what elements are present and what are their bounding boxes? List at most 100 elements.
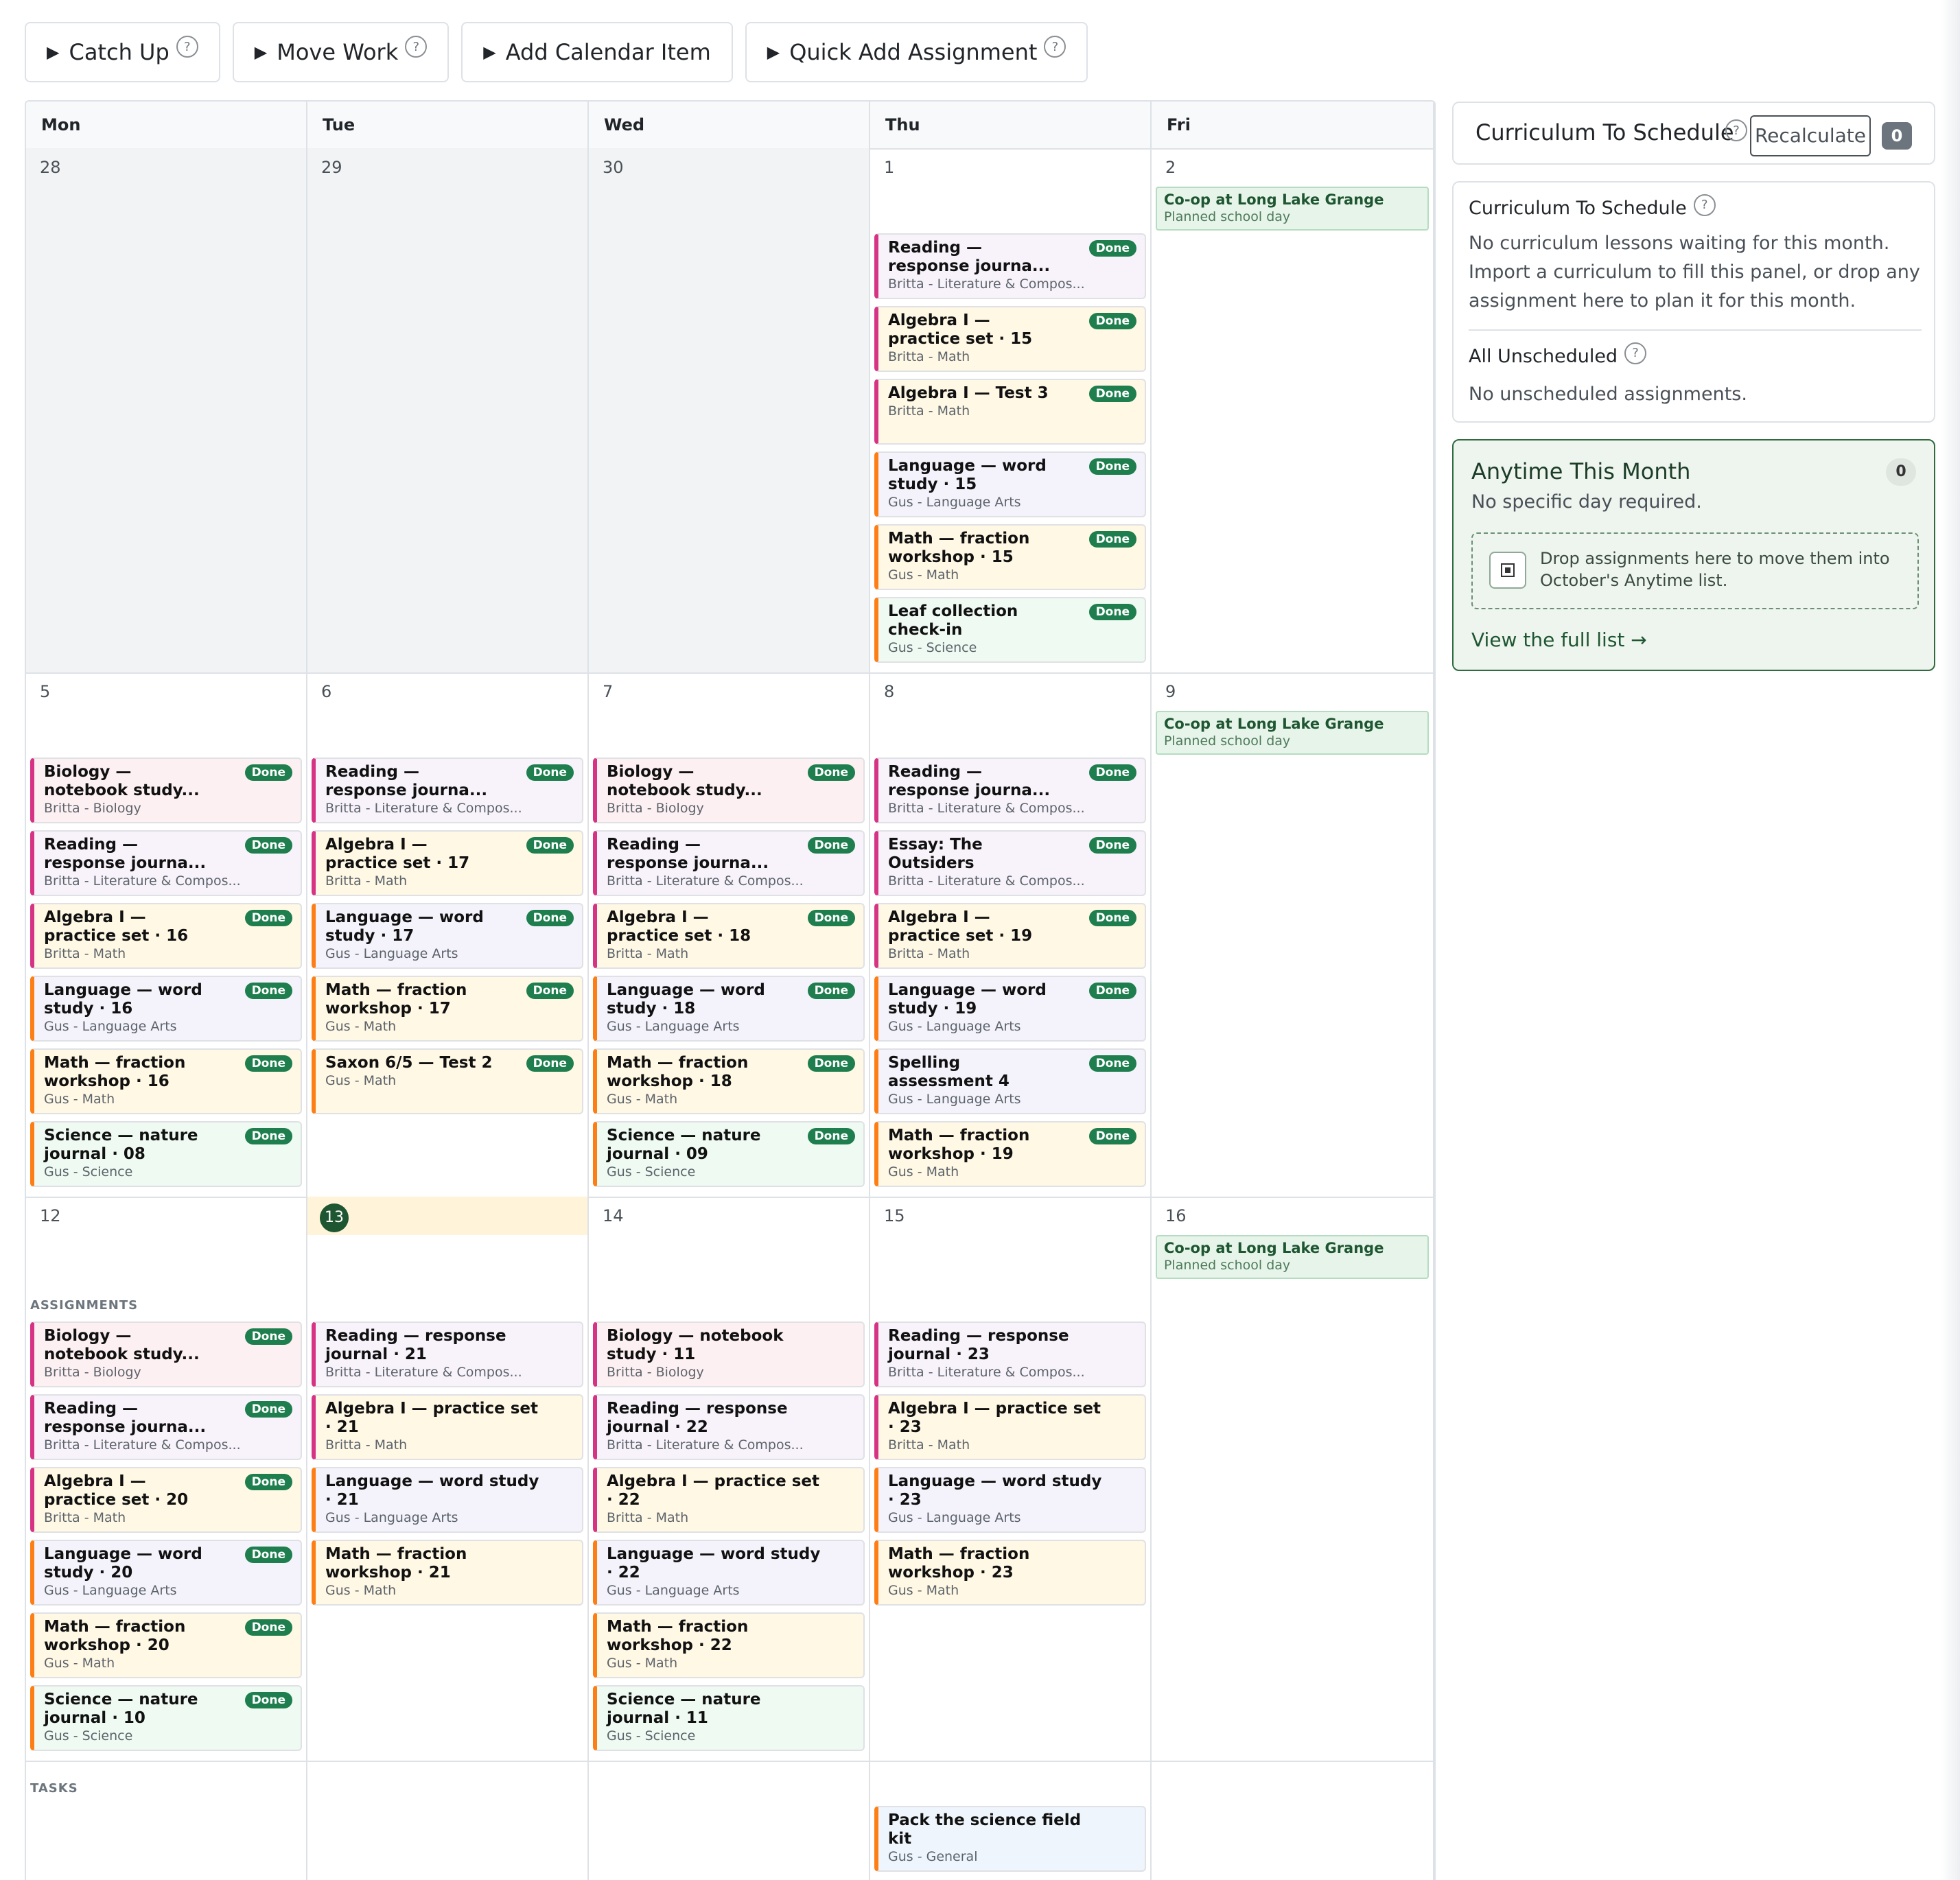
assignment-card[interactable]: Reading — response journal · 21 Britta - … xyxy=(312,1321,583,1387)
assignment-card[interactable]: Language — word study · 20 Gus - Language… xyxy=(30,1540,302,1606)
help-icon[interactable]: ? xyxy=(1693,193,1716,216)
day-cell[interactable]: 7 Biology — notebook study... Britta - Bio… xyxy=(589,672,870,1197)
day-cell[interactable]: 1 Reading — response journa... Britta - Li… xyxy=(870,148,1152,672)
day-cell[interactable]: 8 Reading — response journa... Britta - Li… xyxy=(870,672,1152,1197)
day-cell[interactable]: 30 xyxy=(589,148,870,672)
assignment-card[interactable]: Algebra I — practice set · 21 Britta - Ma… xyxy=(312,1394,583,1460)
assignment-card[interactable]: Math — fraction workshop · 18 Gus - Math D… xyxy=(593,1048,865,1114)
assignment-card[interactable]: Science — nature journal · 11 Gus - Scien… xyxy=(593,1685,865,1751)
add-calendar-item-button[interactable]: ▶ Add Calendar Item xyxy=(461,22,733,82)
assignment-card[interactable]: Reading — response journal · 23 Britta - … xyxy=(874,1321,1146,1387)
assignment-card[interactable]: Language — word study · 19 Gus - Language… xyxy=(874,976,1146,1042)
day-cell[interactable]: 29 xyxy=(307,148,589,672)
day-cell[interactable]: 13 Reading — response journal · 21 Britta … xyxy=(307,1197,589,1880)
calendar-event[interactable]: Co-op at Long Lake Grange Planned school … xyxy=(1156,711,1429,755)
card-title: Language — word study · 22 xyxy=(607,1545,821,1582)
assignment-card[interactable]: Reading — response journa... Britta - Lit… xyxy=(874,757,1146,823)
curriculum-panel[interactable]: Curriculum To Schedule? No curriculum le… xyxy=(1452,181,1935,423)
assignment-card[interactable]: Science — nature journal · 09 Gus - Scien… xyxy=(593,1121,865,1187)
event-subtitle: Planned school day xyxy=(1164,1258,1291,1273)
assignment-card[interactable]: Math — fraction workshop · 17 Gus - Math D… xyxy=(312,976,583,1042)
assignment-card[interactable]: Reading — response journal · 22 Britta - … xyxy=(593,1394,865,1460)
assignment-card[interactable]: Language — word study · 21 Gus - Language… xyxy=(312,1467,583,1533)
assignment-card[interactable]: Reading — response journa... Britta - Lit… xyxy=(312,757,583,823)
scrollbar[interactable] xyxy=(1941,0,1960,1880)
calendar-event[interactable]: Co-op at Long Lake Grange Planned school … xyxy=(1156,187,1429,231)
assignment-card[interactable]: Biology — notebook study · 11 Britta - Bi… xyxy=(593,1321,865,1387)
assignment-card[interactable]: Leaf collection check-in Gus - Science Don… xyxy=(874,597,1146,663)
card-title: Math — fraction workshop · 20 xyxy=(44,1618,186,1654)
assignment-card[interactable]: Math — fraction workshop · 23 Gus - Math xyxy=(874,1540,1146,1606)
help-icon[interactable]: ? xyxy=(405,36,428,58)
day-cell[interactable]: 16 Co-op at Long Lake Grange Planned schoo… xyxy=(1152,1197,1434,1880)
catch-up-button[interactable]: ▶ Catch Up? xyxy=(25,22,220,82)
assignment-card[interactable]: Spelling assessment 4 Gus - Language Arts… xyxy=(874,1048,1146,1114)
assignment-card[interactable]: Algebra I — practice set · 16 Britta - Ma… xyxy=(30,903,302,969)
event-title: Co-op at Long Lake Grange xyxy=(1164,191,1384,208)
day-number: 5 xyxy=(40,682,51,701)
day-number: 29 xyxy=(321,158,342,177)
assignment-card[interactable]: Essay: The Outsiders Britta - Literature … xyxy=(874,830,1146,896)
assignment-card[interactable]: Math — fraction workshop · 16 Gus - Math D… xyxy=(30,1048,302,1114)
anytime-dropzone[interactable]: Drop assignments here to move them into … xyxy=(1471,532,1919,609)
assignment-card[interactable]: Language — word study · 16 Gus - Language… xyxy=(30,976,302,1042)
help-icon[interactable]: ? xyxy=(1725,119,1747,141)
assignment-card[interactable]: Language — word study · 15 Gus - Language… xyxy=(874,451,1146,517)
assignment-card[interactable]: Math — fraction workshop · 22 Gus - Math xyxy=(593,1612,865,1678)
help-icon[interactable]: ? xyxy=(1624,342,1647,364)
card-title: Algebra I — Test 3 xyxy=(888,384,1049,402)
weekday-header: Mon xyxy=(26,102,307,148)
help-icon[interactable]: ? xyxy=(1044,36,1066,58)
view-full-list-link[interactable]: View the full list → xyxy=(1471,628,1647,651)
day-cell[interactable]: 28 xyxy=(26,148,307,672)
assignment-card[interactable]: Language — word study · 18 Gus - Language… xyxy=(593,976,865,1042)
assignment-card[interactable]: Algebra I — practice set · 18 Britta - Ma… xyxy=(593,903,865,969)
card-subtitle: Britta - Literature & Compos... xyxy=(607,873,804,889)
assignment-card[interactable]: Math — fraction workshop · 21 Gus - Math xyxy=(312,1540,583,1606)
assignment-card[interactable]: Language — word study · 17 Gus - Language… xyxy=(312,903,583,969)
assignment-card[interactable]: Reading — response journa... Britta - Lit… xyxy=(593,830,865,896)
assignment-card[interactable]: Reading — response journa... Britta - Lit… xyxy=(30,830,302,896)
day-cell[interactable]: 12 ASSIGNMENTS Biology — notebook study...… xyxy=(26,1197,307,1880)
task-card[interactable]: Pack the science field kit Gus - General xyxy=(874,1806,1146,1872)
assignment-card[interactable]: Saxon 6/5 — Test 2 Gus - Math Done xyxy=(312,1048,583,1114)
assignment-card[interactable]: Biology — notebook study... Britta - Biol… xyxy=(30,757,302,823)
assignment-card[interactable]: Algebra I — practice set · 17 Britta - Ma… xyxy=(312,830,583,896)
assignment-card[interactable]: Reading — response journa... Britta - Lit… xyxy=(30,1394,302,1460)
assignment-card[interactable]: Language — word study · 22 Gus - Language… xyxy=(593,1540,865,1606)
assignment-card[interactable]: Math — fraction workshop · 15 Gus - Math D… xyxy=(874,524,1146,590)
anytime-count-badge: 0 xyxy=(1886,458,1916,486)
assignment-card[interactable]: Math — fraction workshop · 20 Gus - Math D… xyxy=(30,1612,302,1678)
card-subtitle: Gus - Science xyxy=(888,640,977,655)
done-badge: Done xyxy=(526,910,574,926)
assignment-card[interactable]: Reading — response journa... Britta - Lit… xyxy=(874,233,1146,299)
assignment-card[interactable]: Science — nature journal · 10 Gus - Scien… xyxy=(30,1685,302,1751)
event-title: Co-op at Long Lake Grange xyxy=(1164,1240,1384,1256)
assignment-card[interactable]: Algebra I — practice set · 15 Britta - Ma… xyxy=(874,306,1146,372)
day-cell[interactable]: 2 Co-op at Long Lake Grange Planned school… xyxy=(1152,148,1434,672)
day-cell[interactable]: 14 Biology — notebook study · 11 Britta - … xyxy=(589,1197,870,1880)
calendar-event[interactable]: Co-op at Long Lake Grange Planned school … xyxy=(1156,1235,1429,1279)
move-work-button[interactable]: ▶ Move Work? xyxy=(232,22,450,82)
recalculate-button[interactable]: Recalculate xyxy=(1750,115,1871,156)
assignment-card[interactable]: Algebra I — Test 3 Britta - Math Done xyxy=(874,379,1146,445)
day-cell[interactable]: 6 Reading — response journa... Britta - Li… xyxy=(307,672,589,1197)
assignment-card[interactable]: Algebra I — practice set · 23 Britta - Ma… xyxy=(874,1394,1146,1460)
quick-add-assignment-button[interactable]: ▶ Quick Add Assignment? xyxy=(745,22,1088,82)
assignment-card[interactable]: Science — nature journal · 08 Gus - Scien… xyxy=(30,1121,302,1187)
dropzone-text: Drop assignments here to move them into … xyxy=(1540,549,1890,590)
done-badge: Done xyxy=(244,1619,292,1636)
day-cell[interactable]: 5 Biology — notebook study... Britta - Bio… xyxy=(26,672,307,1197)
assignment-card[interactable]: Algebra I — practice set · 20 Britta - Ma… xyxy=(30,1467,302,1533)
assignment-card[interactable]: Math — fraction workshop · 19 Gus - Math D… xyxy=(874,1121,1146,1187)
day-number: 6 xyxy=(321,682,332,701)
assignment-card[interactable]: Algebra I — practice set · 22 Britta - Ma… xyxy=(593,1467,865,1533)
assignment-card[interactable]: Biology — notebook study... Britta - Biol… xyxy=(30,1321,302,1387)
assignment-card[interactable]: Algebra I — practice set · 19 Britta - Ma… xyxy=(874,903,1146,969)
help-icon[interactable]: ? xyxy=(176,36,198,58)
done-badge: Done xyxy=(807,764,855,781)
day-cell[interactable]: 15 Reading — response journal · 23 Britta … xyxy=(870,1197,1152,1880)
assignment-card[interactable]: Language — word study · 23 Gus - Language… xyxy=(874,1467,1146,1533)
day-cell[interactable]: 9 Co-op at Long Lake Grange Planned school… xyxy=(1152,672,1434,1197)
assignment-card[interactable]: Biology — notebook study... Britta - Biol… xyxy=(593,757,865,823)
